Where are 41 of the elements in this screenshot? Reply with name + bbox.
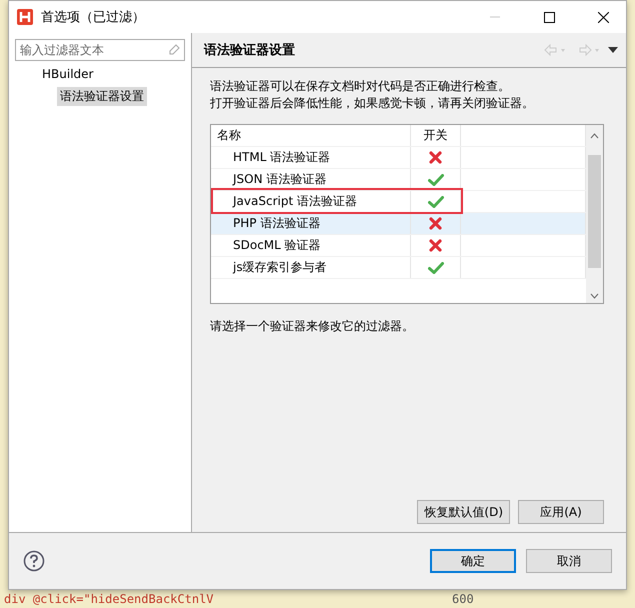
dialog-button[interactable]: 取消	[526, 549, 612, 573]
scroll-up-icon[interactable]	[590, 133, 599, 139]
menu-caret-icon[interactable]	[608, 46, 618, 54]
validator-name: HTML 语法验证器	[233, 149, 330, 166]
check-icon	[428, 262, 444, 274]
description-text: 打开验证器后会降低性能，如果感觉卡顿，请再关闭验证器。	[210, 95, 535, 112]
cross-icon	[429, 239, 442, 252]
column-header[interactable]: 开关	[411, 125, 461, 146]
cross-icon	[429, 217, 442, 230]
validator-name: PHP 语法验证器	[233, 215, 320, 232]
tree-item[interactable]: HBuilder	[39, 66, 96, 82]
column-header[interactable]: 名称	[211, 125, 411, 146]
help-icon[interactable]	[23, 550, 45, 572]
close-icon	[598, 12, 608, 22]
table-row[interactable]: PHP 语法验证器	[211, 213, 586, 235]
validator-name: JSON 语法验证器	[233, 171, 326, 188]
dialog-button[interactable]: 确定	[430, 549, 516, 573]
page-title: 语法验证器设置	[204, 42, 296, 59]
check-icon	[428, 196, 444, 208]
action-button[interactable]: 应用(A)	[518, 500, 604, 524]
table-row[interactable]: js缓存索引参与者	[211, 257, 586, 279]
table-row[interactable]: HTML 语法验证器	[211, 147, 586, 169]
maximize-icon	[544, 12, 554, 22]
scrollbar[interactable]	[586, 125, 603, 303]
check-icon	[428, 174, 444, 186]
validator-name: JavaScript 语法验证器	[233, 193, 357, 210]
validator-name: SDocML 验证器	[233, 237, 321, 254]
tree-item[interactable]: 语法验证器设置	[57, 87, 147, 106]
hint-text: 请选择一个验证器来修改它的过滤器。	[210, 318, 415, 335]
code-line: div @click="hideSendBackCtnlV	[4, 592, 214, 607]
table-row[interactable]: SDocML 验证器	[211, 235, 586, 257]
filter-field[interactable]: 输入过滤器文本	[15, 39, 185, 61]
table-row[interactable]: JSON 语法验证器	[211, 169, 586, 191]
cross-icon	[429, 151, 442, 164]
action-button[interactable]: 恢复默认值(D)	[417, 500, 510, 524]
window-title: 首选项（已过滤）	[41, 9, 146, 26]
app-logo-icon	[17, 9, 33, 25]
description-text: 语法验证器可以在保存文档时对代码是否正确进行检查。	[210, 78, 511, 95]
scroll-down-icon[interactable]	[590, 293, 599, 299]
validator-name: js缓存索引参与者	[233, 259, 327, 276]
line-number: 600	[452, 592, 474, 607]
